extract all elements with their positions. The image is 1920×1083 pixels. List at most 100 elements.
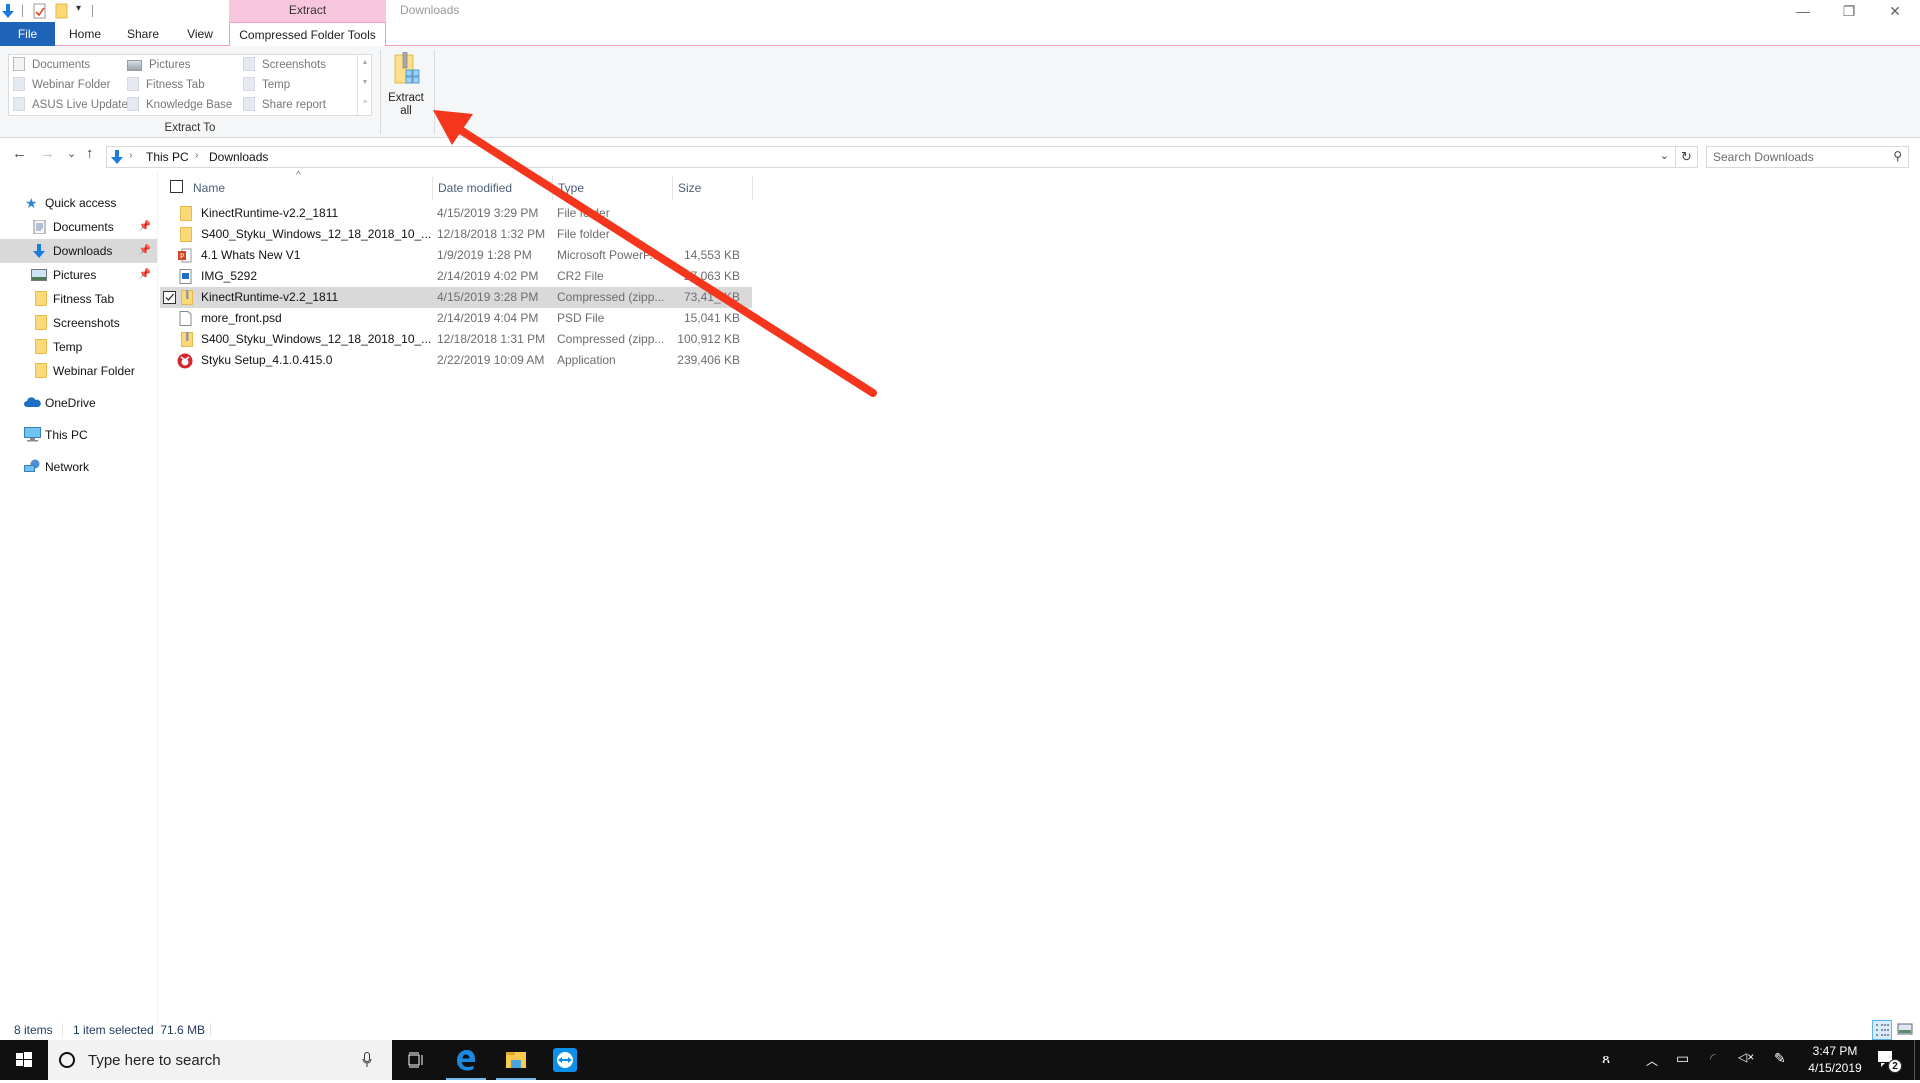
file-row[interactable]: KinectRuntime-v2.2_1811 4/15/2019 3:29 P… <box>160 203 752 224</box>
nav-fitness-tab[interactable]: Fitness Tab <box>0 287 157 311</box>
file-name: 4.1 Whats New V1 <box>201 248 301 262</box>
extract-all-line2: all <box>400 105 412 117</box>
column-header-type[interactable]: Type <box>558 179 584 197</box>
select-all-checkbox[interactable] <box>170 180 183 193</box>
details-view-button[interactable] <box>1872 1020 1892 1040</box>
edge-icon <box>457 1050 475 1071</box>
scroll-up-icon[interactable]: ▲ <box>358 59 372 66</box>
taskbar-edge[interactable] <box>442 1040 490 1080</box>
extract-to-fitness-tab[interactable]: Fitness Tab <box>127 76 205 94</box>
notification-count-badge: 2 <box>1888 1059 1902 1073</box>
clock[interactable]: 3:47 PM 4/15/2019 <box>1800 1043 1870 1077</box>
file-row-selected[interactable]: KinectRuntime-v2.2_1811 4/15/2019 3:28 P… <box>160 287 752 308</box>
action-center-button[interactable]: 2 <box>1876 1048 1906 1074</box>
extract-to-documents[interactable]: Documents <box>13 56 90 74</box>
nav-screenshots[interactable]: Screenshots <box>0 311 157 335</box>
extract-to-share-report[interactable]: Share report <box>243 96 326 114</box>
search-input[interactable] <box>1713 149 1883 165</box>
breadcrumb-downloads[interactable]: Downloads <box>209 150 268 164</box>
extract-to-screenshots[interactable]: Screenshots <box>243 56 326 74</box>
column-separator[interactable] <box>432 176 433 200</box>
file-row[interactable]: more_front.psd 2/14/2019 4:04 PM PSD Fil… <box>160 308 752 329</box>
forward-button[interactable]: → <box>40 145 55 162</box>
customize-dropdown-icon[interactable]: ▾ <box>76 3 81 14</box>
cortana-icon <box>59 1052 75 1068</box>
file-row[interactable]: S400_Styku_Windows_12_18_2018_10_... 12/… <box>160 224 752 245</box>
taskbar-file-explorer[interactable] <box>492 1040 540 1080</box>
tab-home[interactable]: Home <box>60 22 110 46</box>
file-date: 4/15/2019 3:28 PM <box>437 290 539 304</box>
nav-onedrive[interactable]: OneDrive <box>0 391 157 415</box>
nav-webinar-folder[interactable]: Webinar Folder <box>0 359 157 383</box>
folder-icon <box>13 97 25 111</box>
row-checkbox-checked[interactable] <box>163 291 176 304</box>
nav-pictures[interactable]: Pictures 📌 <box>0 263 157 287</box>
refresh-button[interactable]: ↻ <box>1676 146 1698 168</box>
nav-documents[interactable]: Documents 📌 <box>0 215 157 239</box>
documents-icon <box>33 220 46 234</box>
nav-this-pc[interactable]: This PC <box>0 423 157 447</box>
recent-locations-button[interactable]: ⌄ <box>67 147 76 160</box>
pen-icon[interactable]: ✎ <box>1774 1050 1786 1067</box>
breadcrumb-this-pc[interactable]: This PC <box>146 150 189 164</box>
column-header-name[interactable]: Name <box>193 179 225 197</box>
microphone-icon[interactable] <box>362 1052 372 1068</box>
pin-icon[interactable]: 📌 <box>139 263 151 287</box>
minimize-button[interactable]: — <box>1780 0 1826 22</box>
extract-to-knowledge-base[interactable]: Knowledge Base <box>127 96 232 114</box>
up-button[interactable]: ↑ <box>86 145 94 162</box>
extract-to-asus-live-update[interactable]: ASUS Live Update <box>13 96 128 114</box>
gallery-expand-icon[interactable]: ≡ <box>358 99 372 106</box>
tab-compressed-folder-tools[interactable]: Compressed Folder Tools <box>229 22 386 47</box>
back-button[interactable]: ← <box>12 145 27 162</box>
nav-quick-access[interactable]: ★ Quick access <box>0 191 157 215</box>
nav-network[interactable]: Network <box>0 455 157 479</box>
wifi-icon[interactable]: ◜ <box>1710 1050 1715 1067</box>
extract-all-button[interactable]: Extract all <box>383 52 429 117</box>
column-header-size[interactable]: Size <box>678 179 701 197</box>
address-bar[interactable]: › This PC › Downloads ⌄ <box>106 146 1676 168</box>
file-row[interactable]: P 4.1 Whats New V1 1/9/2019 1:28 PM Micr… <box>160 245 752 266</box>
navigation-bar: ← → ⌄ ↑ › This PC › Downloads ⌄ ↻ ⚲ <box>0 142 1920 170</box>
show-desktop-button[interactable] <box>1914 1040 1920 1080</box>
taskbar-search-input[interactable] <box>88 1050 338 1070</box>
address-dropdown-icon[interactable]: ⌄ <box>1660 149 1669 162</box>
search-box[interactable]: ⚲ <box>1706 146 1909 168</box>
tab-share[interactable]: Share <box>118 22 168 46</box>
file-row[interactable]: S400_Styku_Windows_12_18_2018_10_... 12/… <box>160 329 752 350</box>
file-row[interactable]: IMG_5292 2/14/2019 4:02 PM CR2 File 27,0… <box>160 266 752 287</box>
start-button[interactable] <box>0 1040 48 1080</box>
nav-temp[interactable]: Temp <box>0 335 157 359</box>
pin-icon[interactable]: 📌 <box>139 215 151 239</box>
column-separator[interactable] <box>552 176 553 200</box>
people-icon[interactable]: ጸ <box>1602 1050 1610 1067</box>
task-view-button[interactable] <box>392 1040 440 1080</box>
file-row[interactable]: Styku Setup_4.1.0.415.0 2/22/2019 10:09 … <box>160 350 752 371</box>
properties-icon[interactable] <box>32 3 48 19</box>
tab-file[interactable]: File <box>0 22 55 46</box>
restore-button[interactable]: ❐ <box>1826 0 1872 22</box>
taskbar-teamviewer[interactable] <box>541 1040 589 1080</box>
tab-view[interactable]: View <box>175 22 225 46</box>
column-separator[interactable] <box>752 176 753 200</box>
show-hidden-icons[interactable]: ︿ <box>1646 1052 1658 1069</box>
battery-icon[interactable]: ▭ <box>1676 1050 1689 1067</box>
pin-icon[interactable]: 📌 <box>139 239 151 263</box>
taskbar-search-box[interactable] <box>48 1040 392 1080</box>
new-folder-icon[interactable] <box>54 3 70 19</box>
scroll-down-icon[interactable]: ▼ <box>358 79 372 86</box>
nav-downloads[interactable]: Downloads 📌 <box>0 239 157 263</box>
column-separator[interactable] <box>672 176 673 200</box>
gallery-scrollbar[interactable]: ▲ ▼ ≡ <box>357 55 371 115</box>
close-button[interactable]: ✕ <box>1872 0 1918 22</box>
search-icon[interactable]: ⚲ <box>1893 149 1902 163</box>
volume-muted-icon[interactable]: ◁× <box>1738 1050 1754 1064</box>
folder-icon <box>243 77 255 91</box>
extract-to-webinar-folder[interactable]: Webinar Folder <box>13 76 110 94</box>
extract-to-temp[interactable]: Temp <box>243 76 290 94</box>
large-icons-view-button[interactable] <box>1896 1020 1916 1040</box>
file-date: 4/15/2019 3:29 PM <box>437 206 539 220</box>
column-header-date-modified[interactable]: Date modified <box>438 179 512 197</box>
downloads-icon[interactable] <box>0 3 16 19</box>
extract-to-pictures[interactable]: Pictures <box>127 56 191 74</box>
